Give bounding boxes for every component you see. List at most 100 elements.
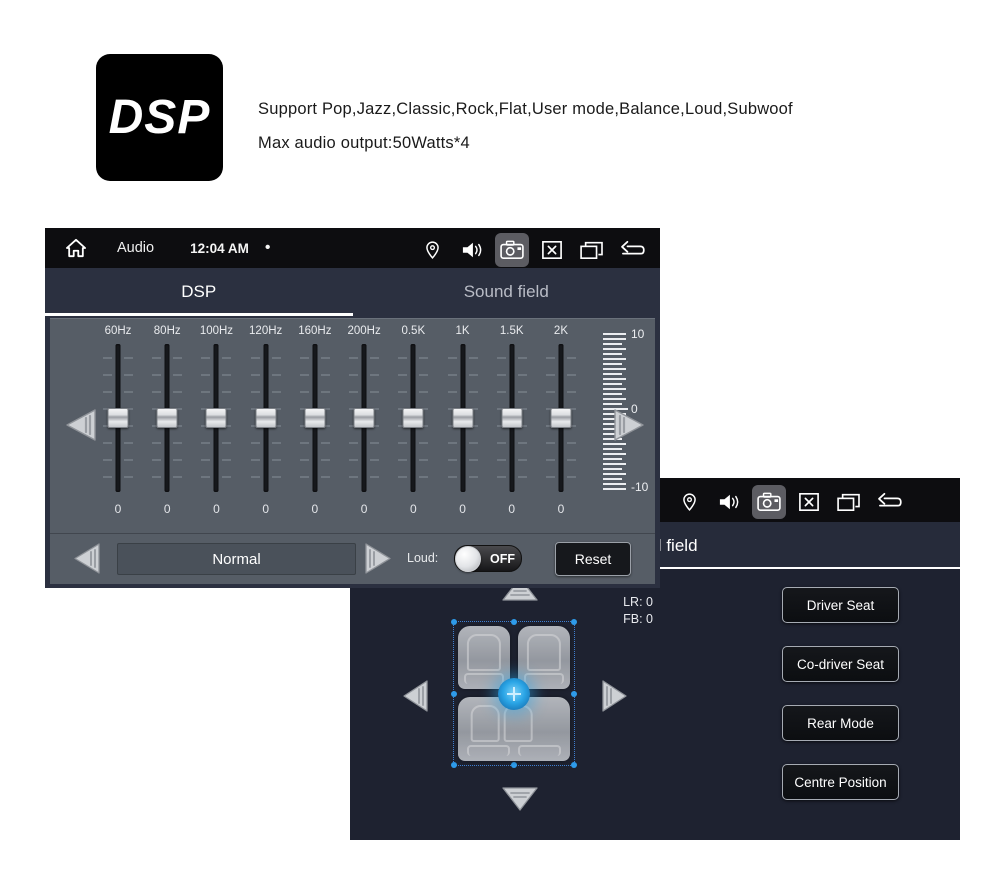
eq-band[interactable]: 60Hz 0 bbox=[97, 323, 139, 523]
balance-readouts: LR: 0 FB: 0 bbox=[623, 594, 653, 628]
eq-band-thumb[interactable] bbox=[501, 408, 523, 428]
eq-band[interactable]: 80Hz 0 bbox=[146, 323, 188, 523]
loudness-toggle[interactable]: OFF bbox=[454, 545, 522, 572]
centre-position-label: Centre Position bbox=[794, 774, 887, 790]
balance-right-arrow[interactable] bbox=[600, 679, 628, 713]
selection-handle bbox=[511, 619, 517, 625]
selection-handle bbox=[571, 691, 577, 697]
status-bar-right bbox=[415, 228, 649, 268]
eq-band[interactable]: 1K 0 bbox=[442, 323, 484, 523]
eq-band-slider[interactable] bbox=[540, 342, 582, 494]
eq-band-value: 0 bbox=[360, 502, 368, 516]
eq-band-thumb[interactable] bbox=[107, 408, 129, 428]
seat-backrest-right bbox=[504, 705, 533, 743]
status-bar-left: Audio 12:04 AM • bbox=[45, 233, 270, 263]
screenshot-camera-icon[interactable] bbox=[752, 484, 786, 519]
eq-band-value: 0 bbox=[557, 502, 565, 516]
eq-band-slider[interactable] bbox=[245, 342, 287, 494]
eq-band-label: 1K bbox=[455, 325, 470, 337]
reset-button[interactable]: Reset bbox=[555, 542, 631, 576]
eq-band-value: 0 bbox=[508, 502, 516, 516]
co-driver-seat-label: Co-driver Seat bbox=[796, 656, 885, 672]
eq-band-slider[interactable] bbox=[294, 342, 336, 494]
dsp-logo-text: DSP bbox=[108, 91, 211, 144]
eq-band-slider[interactable] bbox=[392, 342, 434, 494]
seat-backrest bbox=[466, 634, 502, 671]
tab-sound-field[interactable]: Sound field bbox=[353, 268, 661, 316]
balance-left-arrow[interactable] bbox=[402, 679, 430, 713]
eq-band-value: 0 bbox=[311, 502, 319, 516]
eq-band[interactable]: 200Hz 0 bbox=[343, 323, 385, 523]
eq-band-slider[interactable] bbox=[491, 342, 533, 494]
eq-band[interactable]: 120Hz 0 bbox=[245, 323, 287, 523]
seat-backrest-left bbox=[470, 705, 500, 743]
loud-label: Loud: bbox=[407, 551, 439, 565]
home-icon[interactable] bbox=[59, 233, 93, 263]
eq-band-slider[interactable] bbox=[343, 342, 385, 494]
eq-band-value: 0 bbox=[459, 502, 466, 516]
eq-next-page-arrow[interactable] bbox=[612, 407, 646, 443]
front-left-seat[interactable] bbox=[458, 626, 510, 689]
back-icon[interactable] bbox=[615, 233, 649, 267]
eq-band-thumb[interactable] bbox=[304, 408, 326, 428]
crosshair-vertical bbox=[513, 686, 515, 701]
product-header: DSP Support Pop,Jazz,Classic,Rock,Flat,U… bbox=[0, 0, 1000, 205]
front-right-seat[interactable] bbox=[518, 626, 570, 689]
eq-band-slider[interactable] bbox=[195, 342, 237, 494]
preset-next-button[interactable] bbox=[363, 542, 393, 575]
volume-icon[interactable] bbox=[712, 485, 746, 519]
rear-mode-button[interactable]: Rear Mode bbox=[782, 705, 899, 741]
eq-band-thumb[interactable] bbox=[452, 408, 474, 428]
eq-band-slider[interactable] bbox=[146, 342, 188, 494]
dsp-screenshot: Audio 12:04 AM • DSP Sound field 60Hz 0 … bbox=[45, 228, 660, 588]
product-description: Support Pop,Jazz,Classic,Rock,Flat,User … bbox=[258, 92, 958, 160]
dsp-status-bar: Audio 12:04 AM • bbox=[45, 228, 660, 268]
screenshot-camera-icon[interactable] bbox=[495, 232, 529, 267]
eq-band[interactable]: 0.5K 0 bbox=[392, 323, 434, 523]
location-icon[interactable] bbox=[415, 233, 449, 267]
eq-band-thumb[interactable] bbox=[156, 408, 178, 428]
dsp-logo: DSP bbox=[96, 54, 223, 181]
eq-band[interactable]: 100Hz 0 bbox=[195, 323, 237, 523]
eq-band-thumb[interactable] bbox=[402, 408, 424, 428]
seat-cushion bbox=[524, 673, 564, 684]
location-icon[interactable] bbox=[672, 485, 706, 519]
eq-band-label: 1.5K bbox=[499, 325, 524, 337]
eq-band-thumb[interactable] bbox=[205, 408, 227, 428]
fb-readout: FB: 0 bbox=[623, 612, 653, 626]
recent-apps-icon[interactable] bbox=[832, 485, 866, 519]
volume-icon[interactable] bbox=[455, 233, 489, 267]
equalizer-panel: 60Hz 0 80Hz 0 100Hz 0 120Hz 0 160Hz 0 20… bbox=[50, 318, 655, 534]
seat-backrest bbox=[526, 634, 562, 671]
close-box-icon[interactable] bbox=[535, 233, 569, 267]
reset-button-label: Reset bbox=[574, 551, 612, 567]
eq-preset-field[interactable]: Normal bbox=[117, 543, 356, 575]
seat-layout-diagram[interactable] bbox=[451, 619, 577, 768]
eq-band-value: 0 bbox=[409, 502, 417, 516]
eq-band-thumb[interactable] bbox=[550, 408, 572, 428]
selection-handle bbox=[451, 619, 457, 625]
eq-band[interactable]: 1.5K 0 bbox=[491, 323, 533, 523]
centre-position-button[interactable]: Centre Position bbox=[782, 764, 899, 800]
tab-dsp[interactable]: DSP bbox=[45, 268, 353, 316]
eq-band-slider[interactable] bbox=[442, 342, 484, 494]
co-driver-seat-button[interactable]: Co-driver Seat bbox=[782, 646, 899, 682]
eq-band[interactable]: 2K 0 bbox=[540, 323, 582, 523]
selection-handle bbox=[511, 762, 517, 768]
dsp-footer-bar: Normal Loud: OFF Reset bbox=[50, 533, 655, 584]
eq-band-thumb[interactable] bbox=[353, 408, 375, 428]
eq-prev-page-arrow[interactable] bbox=[64, 407, 98, 443]
loudness-toggle-state: OFF bbox=[490, 551, 515, 566]
eq-band-thumb[interactable] bbox=[255, 408, 277, 428]
preset-prev-button[interactable] bbox=[72, 542, 102, 575]
status-dot-icon: • bbox=[264, 239, 271, 256]
balance-down-arrow[interactable] bbox=[501, 786, 539, 812]
balance-crosshair-icon[interactable] bbox=[498, 677, 530, 710]
driver-seat-button[interactable]: Driver Seat bbox=[782, 587, 899, 623]
seat-cushion-right bbox=[518, 745, 562, 756]
eq-band-slider[interactable] bbox=[97, 342, 139, 494]
eq-band[interactable]: 160Hz 0 bbox=[294, 323, 336, 523]
close-box-icon[interactable] bbox=[792, 485, 826, 519]
recent-apps-icon[interactable] bbox=[575, 233, 609, 267]
back-icon[interactable] bbox=[872, 485, 906, 519]
